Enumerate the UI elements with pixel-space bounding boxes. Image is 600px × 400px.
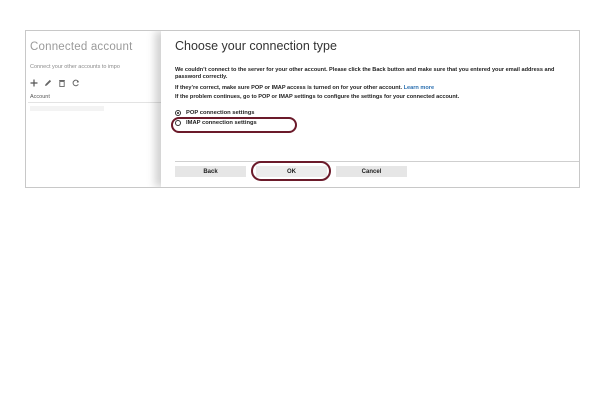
help-message: If they’re correct, make sure POP or IMA… bbox=[175, 85, 575, 92]
accounts-toolbar bbox=[30, 79, 80, 87]
page-title: Connected account bbox=[30, 41, 133, 53]
back-button[interactable]: Back bbox=[175, 166, 246, 177]
pop-option[interactable]: POP connection settings bbox=[175, 110, 255, 116]
pencil-icon[interactable] bbox=[44, 79, 52, 87]
error-message: We couldn’t connect to the server for yo… bbox=[175, 67, 555, 80]
screenshot-frame: Connected account Connect your other acc… bbox=[25, 30, 580, 188]
trash-icon[interactable] bbox=[58, 79, 66, 87]
learn-more-link[interactable]: Learn more bbox=[404, 85, 434, 91]
divider bbox=[28, 102, 162, 103]
connection-type-dialog: Choose your connection type We couldn’t … bbox=[161, 31, 579, 187]
plus-icon[interactable] bbox=[30, 79, 38, 87]
connected-accounts-page: Connected account Connect your other acc… bbox=[26, 31, 166, 187]
refresh-icon[interactable] bbox=[72, 79, 80, 87]
imap-highlight-annotation bbox=[171, 117, 297, 133]
pop-option-label: POP connection settings bbox=[186, 110, 255, 116]
list-item[interactable] bbox=[30, 106, 104, 111]
page-subtitle: Connect your other accounts to impo bbox=[30, 64, 120, 70]
settings-message: If the problem continues, go to POP or I… bbox=[175, 94, 460, 100]
ok-highlight-annotation bbox=[251, 161, 331, 181]
cancel-button[interactable]: Cancel bbox=[336, 166, 407, 177]
account-column-header: Account bbox=[30, 94, 50, 100]
help-message-text: If they’re correct, make sure POP or IMA… bbox=[175, 85, 403, 91]
pop-radio[interactable] bbox=[175, 110, 181, 116]
dialog-title: Choose your connection type bbox=[175, 39, 337, 53]
dialog-divider bbox=[175, 161, 579, 162]
